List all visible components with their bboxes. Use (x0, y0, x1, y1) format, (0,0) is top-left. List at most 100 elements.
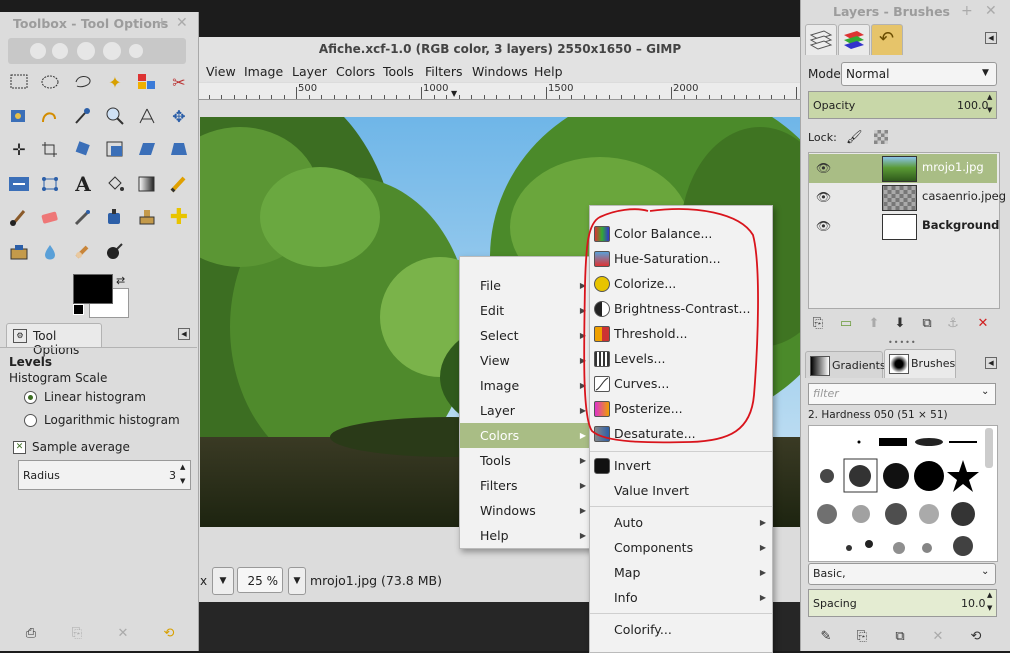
brush-set-select[interactable]: Basic, ⌄ (808, 563, 996, 585)
layer-row-casaenrio[interactable]: 👁 casaenrio.jpeg (809, 183, 1006, 212)
menu-item-view[interactable]: View (480, 348, 510, 373)
radius-down-icon[interactable]: ▼ (180, 477, 185, 485)
opacity-slider[interactable]: Opacity 100.0 ▲ ▼ (808, 91, 997, 119)
layer-row-background[interactable]: 👁 Background (809, 212, 999, 241)
brush-scrollbar[interactable] (985, 428, 993, 468)
opacity-down-icon[interactable]: ▼ (987, 106, 992, 114)
brush-filter-input[interactable]: filter ⌄ (808, 383, 996, 405)
move-icon[interactable]: ✥ (167, 104, 191, 128)
menu-item-filters[interactable]: Filters (480, 473, 517, 498)
menu-item-help[interactable]: Help (480, 523, 509, 548)
menu-item-info[interactable]: Info (614, 585, 638, 610)
tab-channels[interactable] (838, 24, 870, 55)
menu-item-color-balance[interactable]: Color Balance... (614, 221, 712, 246)
new-layer-group-icon[interactable]: ▭ (837, 314, 855, 332)
refresh-brushes-icon[interactable]: ⟲ (967, 627, 985, 645)
bucket-fill-icon[interactable] (103, 172, 127, 196)
shear-icon[interactable] (135, 137, 159, 161)
menu-image[interactable]: Image (244, 64, 283, 79)
measure-icon[interactable] (135, 104, 159, 128)
airbrush-icon[interactable] (71, 205, 95, 229)
tab-undo-history[interactable]: ↶ (871, 24, 903, 55)
default-colors-icon[interactable] (73, 304, 84, 315)
rect-select-icon[interactable] (7, 70, 31, 94)
select-by-color-icon[interactable] (135, 70, 159, 94)
opacity-up-icon[interactable]: ▲ (987, 93, 992, 101)
delete-options-icon[interactable]: ✕ (114, 624, 132, 642)
menu-tools[interactable]: Tools (383, 64, 414, 79)
eye-icon[interactable]: 👁 (816, 190, 831, 204)
panel-handle[interactable]: ••••• (888, 338, 917, 347)
configure-tab-icon[interactable]: ◀ (985, 32, 997, 44)
menu-item-components[interactable]: Components (614, 535, 693, 560)
mode-select[interactable]: Normal ▼ (841, 62, 997, 86)
heal-icon[interactable]: ✚ (167, 205, 191, 230)
alignment-icon[interactable]: ✛ (7, 137, 31, 161)
blur-icon[interactable] (38, 240, 62, 264)
spacing-slider[interactable]: Spacing 10.0 ▲ ▼ (808, 589, 997, 617)
menu-item-map[interactable]: Map (614, 560, 640, 585)
dodge-burn-icon[interactable] (103, 240, 127, 264)
new-layer-icon[interactable]: ⎘ (809, 314, 827, 332)
menu-item-invert[interactable]: Invert (614, 453, 651, 478)
sample-average-checkbox[interactable]: ✕ (13, 441, 26, 454)
spacing-up-icon[interactable]: ▲ (987, 591, 992, 599)
perspective-icon[interactable] (167, 137, 191, 161)
foreground-color-swatch[interactable] (73, 274, 113, 304)
menu-item-select[interactable]: Select (480, 323, 519, 348)
menu-item-edit[interactable]: Edit (480, 298, 504, 323)
close-icon[interactable]: ✕ (985, 3, 997, 19)
menu-filters[interactable]: Filters (425, 64, 462, 79)
logarithmic-histogram-radio[interactable] (24, 414, 37, 427)
menu-item-curves[interactable]: Curves... (614, 371, 669, 396)
menu-item-posterize[interactable]: Posterize... (614, 396, 683, 421)
menu-item-colors[interactable]: Colors (480, 423, 519, 448)
paths-icon[interactable] (38, 104, 62, 128)
menu-help[interactable]: Help (534, 64, 563, 79)
swap-colors-icon[interactable]: ⇄ (116, 274, 125, 287)
paintbrush-icon[interactable] (7, 205, 31, 229)
zoom-input[interactable]: 25 % (237, 567, 283, 593)
close-icon[interactable]: ✕ (176, 15, 188, 31)
save-options-icon[interactable]: ⎙ (22, 624, 40, 642)
crop-icon[interactable] (38, 137, 62, 161)
radius-field[interactable]: Radius 3 ▲ ▼ (18, 460, 191, 490)
menu-item-file[interactable]: File (480, 273, 501, 298)
menu-item-brightness-contrast[interactable]: Brightness-Contrast... (614, 296, 750, 321)
linear-histogram-radio[interactable] (24, 391, 37, 404)
raise-layer-icon[interactable]: ⬆ (865, 314, 883, 332)
menu-item-desaturate[interactable]: Desaturate... (614, 421, 696, 446)
lock-alpha-icon[interactable] (874, 130, 888, 144)
menu-item-colorize[interactable]: Colorize... (614, 271, 676, 296)
anchor-layer-icon[interactable]: ⚓ (944, 314, 962, 332)
tab-brushes[interactable]: Brushes (884, 349, 956, 378)
perspective-clone-icon[interactable] (7, 240, 31, 264)
unit-dropdown-icon[interactable]: ▼ (212, 567, 234, 595)
tab-layers[interactable] (805, 24, 837, 55)
menu-item-hue-saturation[interactable]: Hue-Saturation... (614, 246, 721, 271)
lock-pixels-icon[interactable]: 🖌 (846, 130, 863, 145)
brush-grid[interactable] (808, 425, 998, 562)
tab-tool-options[interactable]: ⚙ Tool Options (6, 323, 102, 357)
horizontal-ruler[interactable]: 500 1000 1500 2000 ▼ (196, 83, 804, 100)
duplicate-brush-icon[interactable]: ⧉ (891, 627, 909, 645)
detach-icon[interactable]: + (961, 3, 973, 19)
menu-layer[interactable]: Layer (292, 64, 327, 79)
cage-transform-icon[interactable] (38, 172, 62, 196)
reset-options-icon[interactable]: ⟲ (160, 624, 178, 642)
foreground-select-icon[interactable] (7, 104, 31, 128)
menu-item-layer[interactable]: Layer (480, 398, 515, 423)
duplicate-layer-icon[interactable]: ⧉ (918, 314, 936, 332)
menu-windows[interactable]: Windows (472, 64, 528, 79)
menu-item-colorify[interactable]: Colorify... (614, 617, 672, 642)
delete-brush-icon[interactable]: ✕ (929, 627, 947, 645)
pencil-icon[interactable] (167, 172, 191, 196)
new-brush-icon[interactable]: ⎘ (853, 627, 871, 645)
menu-item-threshold[interactable]: Threshold... (614, 321, 688, 346)
configure-tab-icon[interactable]: ◀ (178, 328, 190, 340)
layer-row-mrojo1[interactable]: 👁 mrojo1.jpg (809, 154, 997, 183)
flip-icon[interactable] (7, 172, 31, 196)
menu-item-image[interactable]: Image (480, 373, 519, 398)
smudge-icon[interactable] (71, 240, 95, 264)
radius-up-icon[interactable]: ▲ (180, 463, 185, 471)
